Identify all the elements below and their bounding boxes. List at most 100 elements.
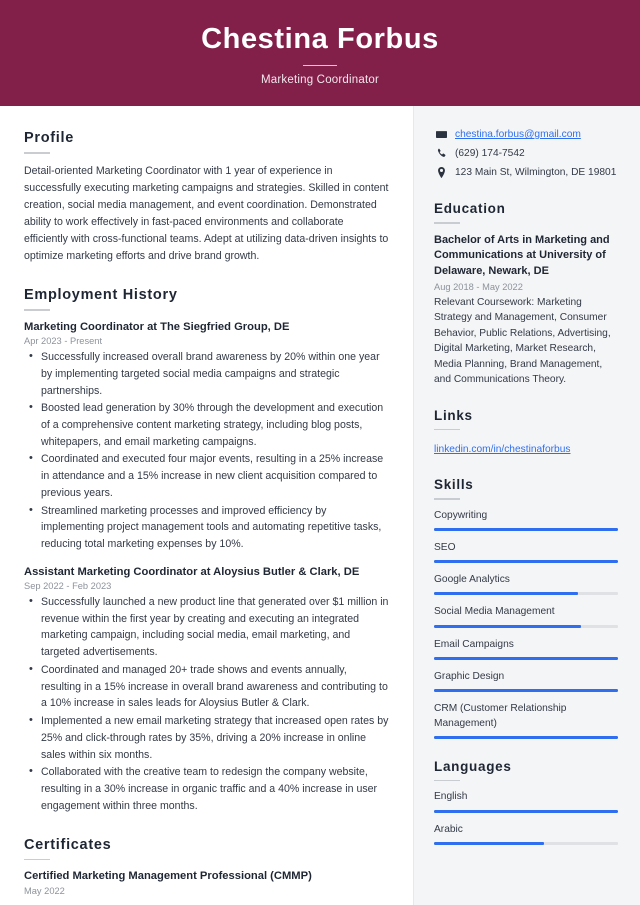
employment-dates: Apr 2023 - Present <box>24 336 103 347</box>
language-item-bar <box>434 841 618 845</box>
resume-page: Chestina Forbus Marketing Coordinator Pr… <box>0 0 640 905</box>
certificates-list: Certified Marketing Management Professio… <box>24 869 389 905</box>
skills-list: Copywriting SEO Google Analytics Social Med… <box>434 509 618 739</box>
skill-item-bar-fill <box>434 560 618 564</box>
employment-bullet: Coordinated and executed four major even… <box>24 450 389 501</box>
header-divider <box>303 64 337 66</box>
skill-item-bar <box>434 735 618 739</box>
profile-text: Detail-oriented Marketing Coordinator wi… <box>24 164 389 263</box>
skill-item: Copywriting <box>434 509 618 531</box>
certificates-heading: Certificates <box>24 836 112 853</box>
skill-item-label: CRM (Customer Relationship Management) <box>434 703 567 729</box>
education-heading: Education <box>434 201 506 217</box>
contact-row: (629) 174-7542 <box>434 147 618 161</box>
employment-bullet: Coordinated and managed 20+ trade shows … <box>24 661 389 712</box>
skill-item-label: Social Media Management <box>434 606 555 618</box>
section-certificates: Certificates Certified Marketing Managem… <box>24 837 389 905</box>
language-item: Arabic <box>434 823 618 845</box>
contact-text: 123 Main St, Wilmington, DE 19801 <box>455 166 617 178</box>
education-heading-rule <box>434 222 460 224</box>
skill-item: SEO <box>434 541 618 564</box>
employment-list: Marketing Coordinator at The Siegfried G… <box>24 320 389 815</box>
employment-title: Assistant Marketing Coordinator at Aloys… <box>24 565 360 578</box>
candidate-job-title: Marketing Coordinator <box>261 73 379 86</box>
language-item-bar-fill <box>434 841 545 845</box>
profile-heading-rule <box>24 152 50 154</box>
skill-item: Google Analytics <box>434 573 618 596</box>
employment-entry: Assistant Marketing Coordinator at Aloys… <box>24 565 389 815</box>
skill-item: Social Media Management <box>434 605 618 628</box>
certificate-name: Certified Marketing Management Professio… <box>24 870 312 883</box>
skill-item-bar-fill <box>434 657 618 661</box>
candidate-name: Chestina Forbus <box>201 23 439 56</box>
skill-item-bar <box>434 527 618 531</box>
education-description: Relevant Coursework: Marketing Strategy … <box>434 296 611 386</box>
skill-item-bar <box>434 624 618 628</box>
section-employment-history: Employment History Marketing Coordinator… <box>24 287 389 814</box>
skill-item-bar-fill <box>434 624 582 628</box>
employment-dates: Sep 2022 - Feb 2023 <box>24 580 112 591</box>
employment-bullet-list: Successfully launched a new product line… <box>24 593 389 815</box>
skill-item-bar-fill <box>434 592 578 596</box>
language-item-bar <box>434 809 618 813</box>
employment-bullet: Collaborated with the creative team to r… <box>24 763 389 814</box>
skill-item-bar <box>434 657 618 661</box>
contact-info-list: chestina.forbus@gmail.com (629) 174-7542 1… <box>434 128 618 179</box>
links-list: linkedin.com/in/chestinaforbus <box>434 439 618 457</box>
languages-list: English Arabic <box>434 790 618 845</box>
skill-item: Graphic Design <box>434 670 618 693</box>
links-heading: Links <box>434 407 473 423</box>
profile-link[interactable]: linkedin.com/in/chestinaforbus <box>434 444 570 455</box>
contact-text: (629) 174-7542 <box>455 147 525 159</box>
language-item-label: Arabic <box>434 823 463 835</box>
section-education: Education Bachelor of Arts in Marketing … <box>434 201 618 387</box>
contact-row: 123 Main St, Wilmington, DE 19801 <box>434 166 618 180</box>
skill-item-label: Graphic Design <box>434 671 505 683</box>
skill-item-label: Copywriting <box>434 509 488 521</box>
skill-item-bar-fill <box>434 735 618 739</box>
section-profile: Profile Detail-oriented Marketing Coordi… <box>24 130 389 265</box>
section-links: Links linkedin.com/in/chestinaforbus <box>434 408 618 458</box>
profile-heading: Profile <box>24 130 75 146</box>
employment-bullet: Streamlined marketing processes and impr… <box>24 502 389 553</box>
skills-heading-rule <box>434 498 460 500</box>
certificate-date: May 2022 <box>24 885 65 896</box>
phone-icon <box>434 147 448 159</box>
skill-item: CRM (Customer Relationship Management) <box>434 702 618 739</box>
education-degree: Bachelor of Arts in Marketing and Commun… <box>434 233 610 278</box>
location-pin-icon <box>434 166 448 178</box>
employment-bullet: Boosted lead generation by 30% through t… <box>24 399 389 450</box>
employment-bullet: Successfully increased overall brand awa… <box>24 348 389 399</box>
employment-bullet-list: Successfully increased overall brand awa… <box>24 348 389 553</box>
skill-item-label: Google Analytics <box>434 574 510 586</box>
skill-item-bar <box>434 560 618 564</box>
education-dates: Aug 2018 - May 2022 <box>434 281 523 292</box>
employment-bullet: Implemented a new email marketing strate… <box>24 712 389 763</box>
links-heading-rule <box>434 428 460 431</box>
resume-header-banner: Chestina Forbus Marketing Coordinator <box>0 0 640 106</box>
employment-title: Marketing Coordinator at The Siegfried G… <box>24 320 290 333</box>
skills-heading: Skills <box>434 477 474 493</box>
language-item-bar-fill <box>434 809 618 813</box>
language-item: English <box>434 790 618 813</box>
skill-item-bar-fill <box>434 689 618 693</box>
sidebar-column: chestina.forbus@gmail.com (629) 174-7542 1… <box>413 106 640 905</box>
employment-bullet: Successfully launched a new product line… <box>24 593 389 661</box>
skill-item-bar <box>434 592 618 596</box>
skill-item-label: Email Campaigns <box>434 638 514 650</box>
contact-row[interactable]: chestina.forbus@gmail.com <box>434 128 618 142</box>
contact-email-link[interactable]: chestina.forbus@gmail.com <box>455 128 581 142</box>
languages-heading: Languages <box>434 758 512 774</box>
section-skills: Skills Copywriting SEO Google Analytics Soc… <box>434 477 618 739</box>
employment-entry: Marketing Coordinator at The Siegfried G… <box>24 320 389 553</box>
envelope-icon <box>434 128 448 140</box>
skill-item: Email Campaigns <box>434 638 618 661</box>
skill-item-label: SEO <box>434 541 456 553</box>
skill-item-bar <box>434 689 618 693</box>
employment-heading: Employment History <box>24 287 178 304</box>
language-item-label: English <box>434 791 468 803</box>
certificate-entry: Certified Marketing Management Professio… <box>24 869 389 896</box>
certificates-heading-rule <box>24 858 50 861</box>
section-languages: Languages English Arabic <box>434 759 618 845</box>
resume-body: Profile Detail-oriented Marketing Coordi… <box>0 106 640 905</box>
